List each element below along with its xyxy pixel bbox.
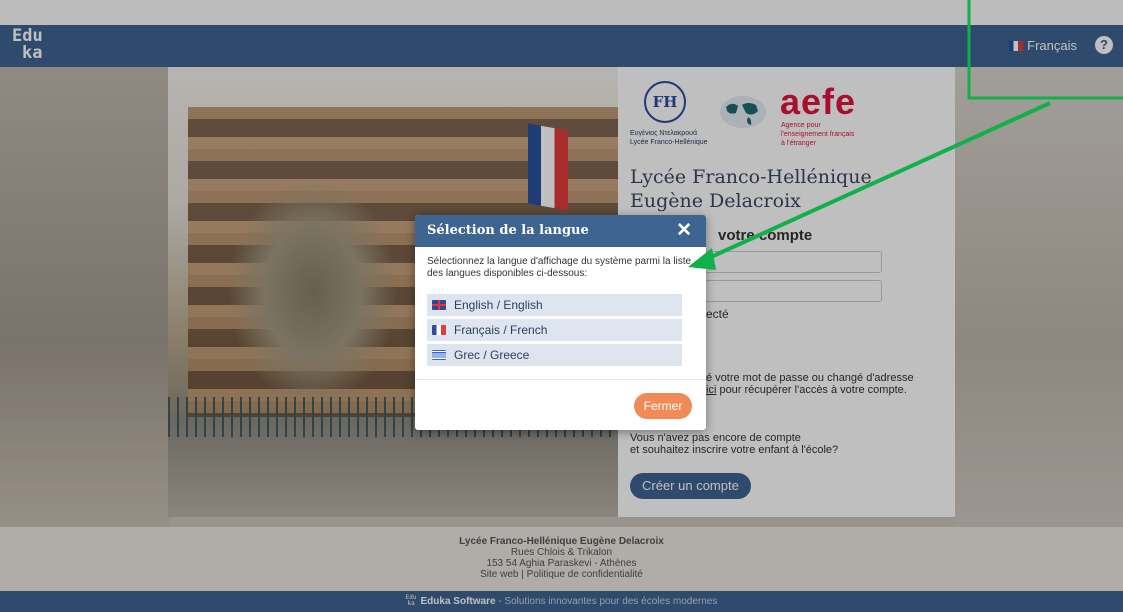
modal-header: Sélection de la langue ✕ (415, 215, 706, 247)
gr-flag-icon (432, 350, 446, 360)
option-label: Français / French (454, 323, 548, 337)
fr-flag-icon (432, 325, 446, 335)
close-button[interactable]: Fermer (634, 393, 692, 419)
language-modal: Sélection de la langue ✕ Sélectionnez la… (415, 215, 706, 430)
language-option-french[interactable]: Français / French (427, 319, 682, 341)
modal-description: Sélectionnez la langue d'affichage du sy… (427, 256, 692, 279)
annotation-arrow-frame (967, 0, 1123, 100)
language-option-greek[interactable]: Grec / Greece (427, 344, 682, 366)
modal-title: Sélection de la langue (427, 223, 589, 238)
option-label: English / English (454, 298, 543, 312)
language-options: English / English Français / French Grec… (427, 294, 682, 369)
language-option-english[interactable]: English / English (427, 294, 682, 316)
modal-divider (415, 379, 706, 380)
option-label: Grec / Greece (454, 348, 530, 362)
close-icon[interactable]: ✕ (676, 220, 692, 242)
uk-flag-icon (432, 300, 446, 310)
